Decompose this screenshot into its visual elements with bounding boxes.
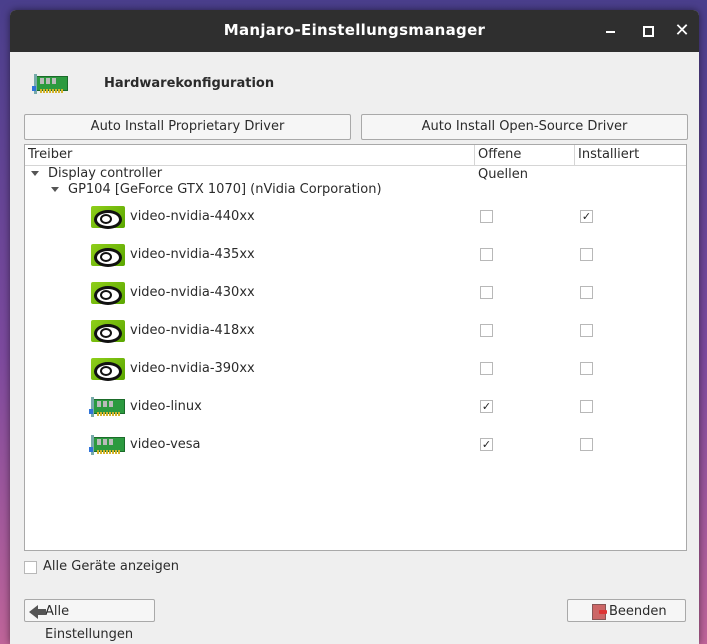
auto-install-proprietary-button[interactable]: Auto Install Proprietary Driver — [24, 114, 351, 140]
driver-name: video-nvidia-430xx — [130, 285, 255, 300]
maximize-button[interactable] — [638, 21, 658, 41]
open-source-checkbox[interactable] — [480, 286, 493, 299]
title-bar[interactable]: Manjaro-Einstellungsmanager ✕ — [10, 10, 699, 52]
installed-checkbox[interactable]: ✓ — [580, 210, 593, 223]
driver-name: video-linux — [130, 399, 202, 414]
settings-manager-window: Manjaro-Einstellungsmanager ✕ Hardwareko… — [10, 10, 699, 644]
auto-install-open-source-button[interactable]: Auto Install Open-Source Driver — [361, 114, 688, 140]
column-header-driver[interactable]: Treiber — [25, 145, 475, 165]
all-settings-button[interactable]: Alle Einstellungen — [24, 599, 155, 642]
driver-row[interactable]: video-nvidia-440xx ✓ — [25, 198, 686, 236]
nvidia-icon — [91, 244, 125, 267]
driver-name: video-vesa — [130, 437, 201, 452]
open-source-checkbox[interactable]: ✓ — [480, 438, 493, 451]
minimize-button[interactable] — [601, 21, 621, 41]
expander-icon[interactable] — [51, 187, 59, 192]
quit-label: Beenden — [609, 604, 667, 619]
page-header: Hardwarekonfiguration — [32, 66, 434, 98]
open-source-checkbox[interactable] — [480, 210, 493, 223]
device-label: GP104 [GeForce GTX 1070] (nVidia Corpora… — [68, 182, 382, 197]
show-all-devices-label: Alle Geräte anzeigen — [43, 559, 179, 574]
open-source-checkbox[interactable] — [480, 324, 493, 337]
pci-card-icon — [89, 434, 125, 456]
driver-row[interactable]: video-nvidia-390xx — [25, 350, 686, 388]
installed-checkbox[interactable] — [580, 400, 593, 413]
back-arrow-icon — [29, 605, 46, 619]
pci-card-icon — [89, 396, 125, 418]
show-all-devices-checkbox[interactable] — [24, 561, 37, 574]
nvidia-icon — [91, 206, 125, 229]
installed-checkbox[interactable] — [580, 362, 593, 375]
driver-name: video-nvidia-435xx — [130, 247, 255, 262]
driver-name: video-nvidia-390xx — [130, 361, 255, 376]
hardware-icon — [32, 74, 68, 94]
driver-name: video-nvidia-440xx — [130, 209, 255, 224]
driver-row[interactable]: video-nvidia-430xx — [25, 274, 686, 312]
page-title: Hardwarekonfiguration — [104, 76, 275, 91]
installed-checkbox[interactable] — [580, 248, 593, 261]
tree-header: Treiber Offene Quellen Installiert — [25, 145, 686, 182]
driver-row[interactable]: video-nvidia-435xx — [25, 236, 686, 274]
tree-device-row[interactable]: GP104 [GeForce GTX 1070] (nVidia Corpora… — [25, 182, 686, 198]
driver-tree[interactable]: Treiber Offene Quellen Installiert Displ… — [24, 144, 687, 551]
nvidia-icon — [91, 358, 125, 381]
driver-name: video-nvidia-418xx — [130, 323, 255, 338]
open-source-checkbox[interactable] — [480, 248, 493, 261]
column-header-installed[interactable]: Installiert — [575, 145, 686, 165]
driver-row[interactable]: video-nvidia-418xx — [25, 312, 686, 350]
driver-row[interactable]: video-vesa ✓ — [25, 426, 686, 464]
installed-checkbox[interactable] — [580, 286, 593, 299]
open-source-checkbox[interactable] — [480, 362, 493, 375]
category-label: Display controller — [48, 166, 163, 181]
installed-checkbox[interactable] — [580, 324, 593, 337]
nvidia-icon — [91, 282, 125, 305]
expander-icon[interactable] — [31, 171, 39, 176]
quit-button[interactable]: Beenden — [567, 599, 686, 622]
tree-category-row[interactable]: Display controller — [25, 166, 686, 182]
driver-row[interactable]: video-linux ✓ — [25, 388, 686, 426]
window-title: Manjaro-Einstellungsmanager — [223, 21, 486, 39]
installed-checkbox[interactable] — [580, 438, 593, 451]
exit-icon — [592, 604, 607, 620]
close-button[interactable]: ✕ — [672, 21, 692, 41]
all-settings-label: Alle Einstellungen — [45, 604, 134, 642]
column-header-open-source[interactable]: Offene Quellen — [475, 145, 575, 182]
open-source-checkbox[interactable]: ✓ — [480, 400, 493, 413]
nvidia-icon — [91, 320, 125, 343]
